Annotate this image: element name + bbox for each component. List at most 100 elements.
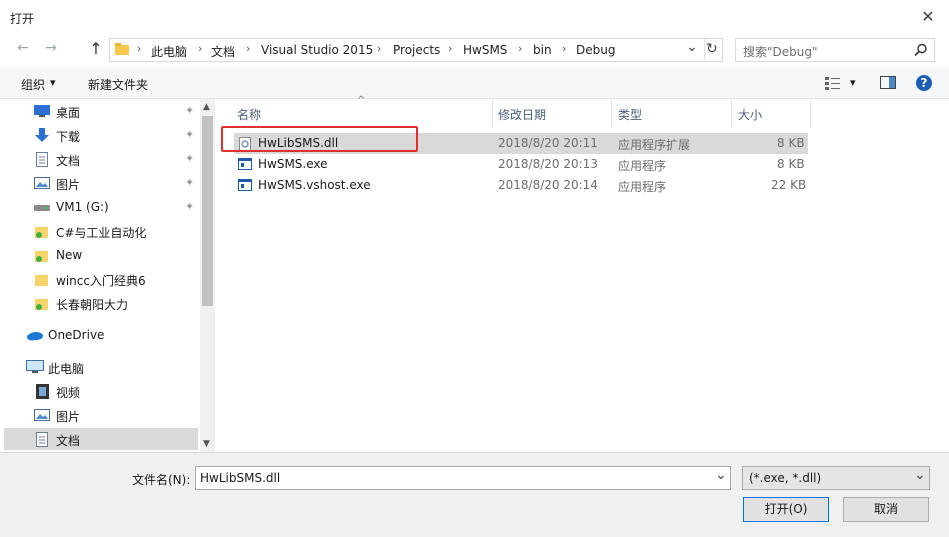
footer-panel [0,452,949,537]
column-header-size[interactable]: 大小 [738,106,762,123]
sidebar-item-downloads[interactable]: 下载 ✦ [4,124,198,146]
pin-icon[interactable]: ✦ [185,176,194,189]
sidebar-item-documents[interactable]: 文档 ✦ [4,148,198,170]
breadcrumb-debug[interactable]: Debug [576,43,615,57]
sidebar-item-onedrive[interactable]: OneDrive [4,324,198,346]
navigation-pane: 桌面 ✦ 下载 ✦ 文档 ✦ 图片 ✦ VM1 (G:) ✦ C#与工业自动化 … [0,99,215,452]
breadcrumb-separator: › [562,42,567,55]
sidebar-item-pictures-pc[interactable]: 图片 [4,404,198,426]
column-header-type[interactable]: 类型 [618,106,642,123]
sidebar-item-videos[interactable]: 视频 [4,380,198,402]
column-header-name[interactable]: 名称 [237,106,261,123]
cancel-button[interactable]: 取消 [843,497,929,522]
sidebar-item-folder-csharp[interactable]: C#与工业自动化 [4,220,198,242]
file-date: 2018/8/20 20:13 [498,157,598,171]
breadcrumb-visual-studio[interactable]: Visual Studio 2015 [261,43,373,57]
sidebar-item-label: wincc入门经典6 [56,274,146,288]
breadcrumb-bin[interactable]: bin [533,43,552,57]
sort-indicator-icon: ^ [357,95,366,106]
file-row[interactable]: HwSMS.exe 2018/8/20 20:13 应用程序 8 KB [234,154,808,175]
folder-icon [115,42,129,56]
exe-file-icon [238,179,252,191]
filetype-dropdown-icon[interactable]: ⌄ [914,467,926,483]
file-date: 2018/8/20 20:14 [498,178,598,192]
breadcrumb-documents[interactable]: 文档 [211,43,235,60]
view-dropdown-icon[interactable]: ▾ [850,76,856,89]
sidebar-item-label: C#与工业自动化 [56,226,147,240]
window-title: 打开 [10,12,35,26]
desktop-icon [34,105,50,118]
sidebar-item-desktop[interactable]: 桌面 ✦ [4,100,198,122]
sidebar-item-vm1-drive[interactable]: VM1 (G:) ✦ [4,196,198,218]
breadcrumb-separator: › [246,42,251,55]
pin-icon[interactable]: ✦ [185,104,194,117]
search-icon [914,43,928,57]
scroll-up-icon[interactable]: ▲ [203,102,210,112]
sidebar-item-folder-changchun[interactable]: 长春朝阳大力 [4,292,198,314]
column-divider[interactable] [731,100,732,128]
sidebar-item-pictures[interactable]: 图片 ✦ [4,172,198,194]
organize-button[interactable]: 组织 [21,76,45,93]
sidebar-scrollbar-thumb[interactable] [202,116,213,306]
filename-input[interactable]: HwLibSMS.dll [200,471,280,485]
column-divider[interactable] [492,100,493,128]
close-button[interactable]: ✕ [917,6,939,28]
breadcrumb-projects[interactable]: Projects [393,43,440,57]
exe-file-icon [238,158,252,170]
open-button[interactable]: 打开(O) [743,497,829,522]
address-bar[interactable]: › 此电脑 › 文档 › Visual Studio 2015 › Projec… [109,37,723,62]
breadcrumb-this-pc[interactable]: 此电脑 [151,43,187,60]
breadcrumb-separator: › [198,42,203,55]
up-button[interactable]: ↑ [85,39,107,58]
sidebar-item-label: OneDrive [48,328,105,342]
new-folder-button[interactable]: 新建文件夹 [88,76,148,93]
view-options-icon[interactable] [825,76,841,90]
pin-icon[interactable]: ✦ [185,200,194,213]
sidebar-item-label: 长春朝阳大力 [56,298,129,312]
filename-combobox[interactable]: HwLibSMS.dll ⌄ [195,466,731,490]
download-icon [35,128,49,143]
file-row[interactable]: HwSMS.vshost.exe 2018/8/20 20:14 应用程序 22… [234,175,808,196]
column-header-date[interactable]: 修改日期 [498,106,546,123]
scroll-down-icon[interactable]: ▼ [203,439,210,449]
back-button[interactable]: ← [12,40,34,56]
document-icon [36,432,48,447]
file-date: 2018/8/20 20:11 [498,136,598,150]
title-bar [0,0,949,33]
breadcrumb-hwsms[interactable]: HwSMS [463,43,507,57]
address-dropdown-button[interactable]: ⌄ [686,39,698,55]
picture-icon [34,409,50,421]
sidebar-item-label: 图片 [56,178,81,192]
pin-icon[interactable]: ✦ [185,128,194,141]
file-type: 应用程序 [618,180,667,194]
column-divider[interactable] [611,100,612,128]
sidebar-item-label: 此电脑 [48,362,85,376]
drive-icon [34,204,50,212]
filetype-select[interactable]: (*.exe, *.dll) ⌄ [742,466,930,490]
refresh-button[interactable]: ↻ [706,41,718,57]
folder-icon [35,224,49,239]
sidebar-item-this-pc[interactable]: 此电脑 [4,356,198,378]
filename-label: 文件名(N): [132,473,191,487]
breadcrumb-separator: › [137,42,142,55]
help-icon[interactable]: ? [916,75,932,91]
sidebar-item-label: 下载 [56,130,81,144]
filename-dropdown-icon[interactable]: ⌄ [715,467,727,483]
sidebar-item-label: 视频 [56,386,81,400]
forward-button[interactable]: → [40,40,62,56]
sidebar-item-folder-wincc[interactable]: wincc入门经典6 [4,268,198,290]
preview-pane-icon[interactable] [880,76,896,90]
organize-arrow-icon: ▾ [50,76,56,89]
sidebar-item-documents-pc[interactable]: 文档 [4,428,198,450]
sidebar-item-folder-new[interactable]: New [4,244,198,266]
folder-icon [35,248,49,263]
file-size: 8 KB [777,136,805,150]
breadcrumb-separator: › [518,42,523,55]
column-divider[interactable] [810,100,811,128]
address-divider [704,37,705,61]
filetype-value: (*.exe, *.dll) [749,471,822,485]
search-box[interactable]: 搜索"Debug" [735,38,935,62]
pin-icon[interactable]: ✦ [185,152,194,165]
document-icon [36,152,48,167]
search-input[interactable]: 搜索"Debug" [743,43,818,60]
